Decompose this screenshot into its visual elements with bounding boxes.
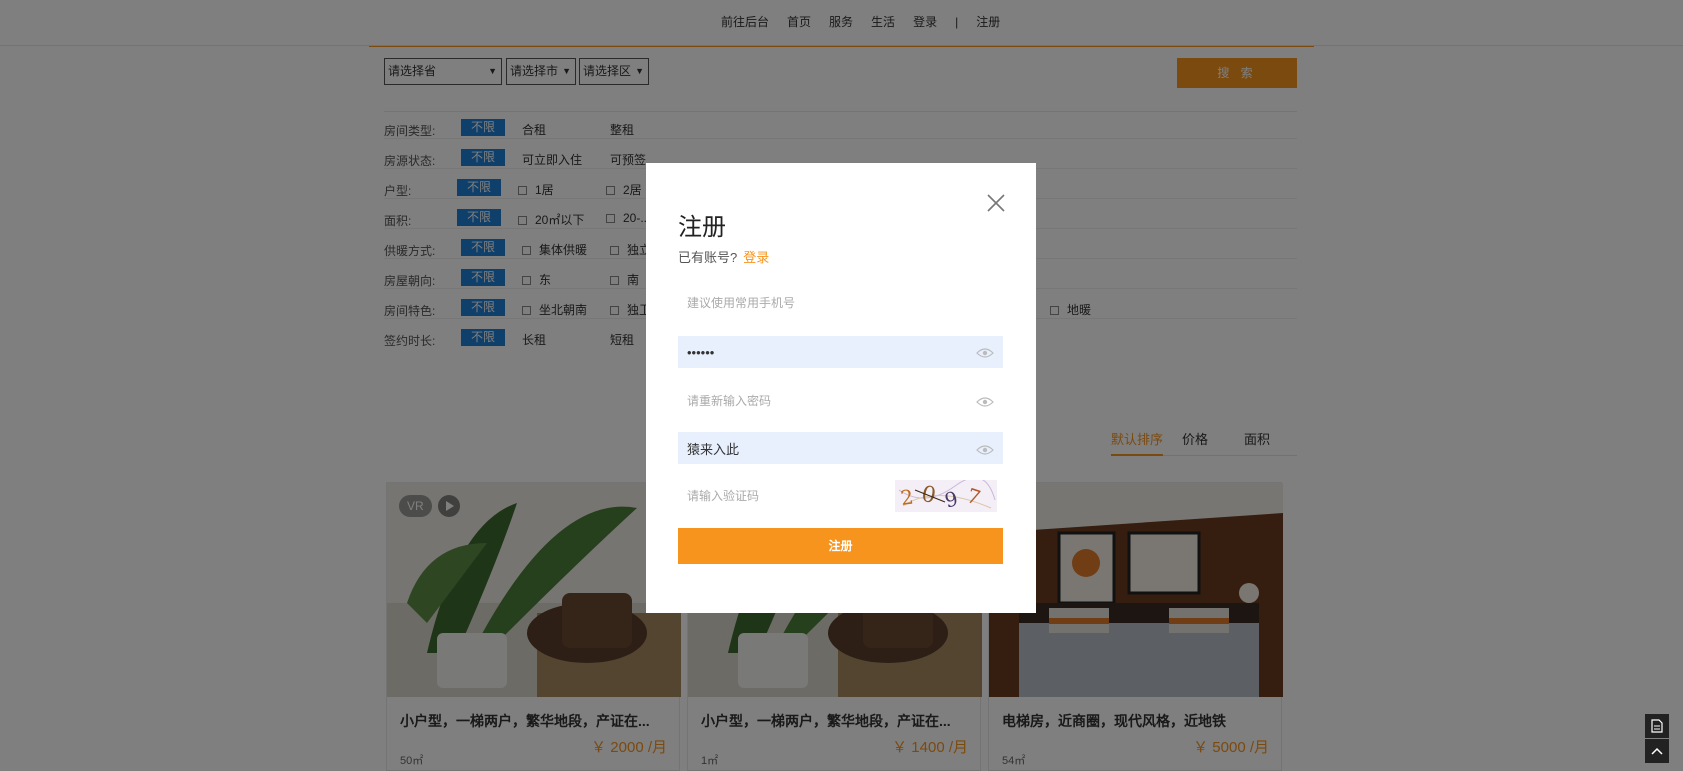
back-to-top-icon[interactable] (1645, 739, 1669, 763)
phone-input[interactable] (678, 287, 1003, 319)
eye-icon[interactable] (976, 444, 994, 456)
confirm-password-input[interactable] (678, 385, 1003, 417)
document-icon[interactable] (1645, 714, 1669, 738)
login-link[interactable]: 登录 (743, 250, 769, 265)
captcha-input[interactable] (678, 480, 888, 512)
eye-icon[interactable] (976, 347, 994, 359)
register-submit-button[interactable]: 注册 (678, 528, 1003, 564)
login-prompt: 已有账号? 登录 (678, 247, 769, 266)
nickname-input[interactable] (678, 432, 1003, 464)
captcha-image[interactable]: 2 0 9 7 (895, 477, 997, 513)
close-icon[interactable] (986, 193, 1006, 213)
eye-icon[interactable] (976, 396, 994, 408)
has-account-text: 已有账号? (678, 250, 738, 265)
modal-title: 注册 (678, 214, 726, 241)
register-modal: 注册 已有账号? 登录 2 0 9 7 注册 (646, 163, 1036, 613)
password-input[interactable] (678, 336, 1003, 368)
